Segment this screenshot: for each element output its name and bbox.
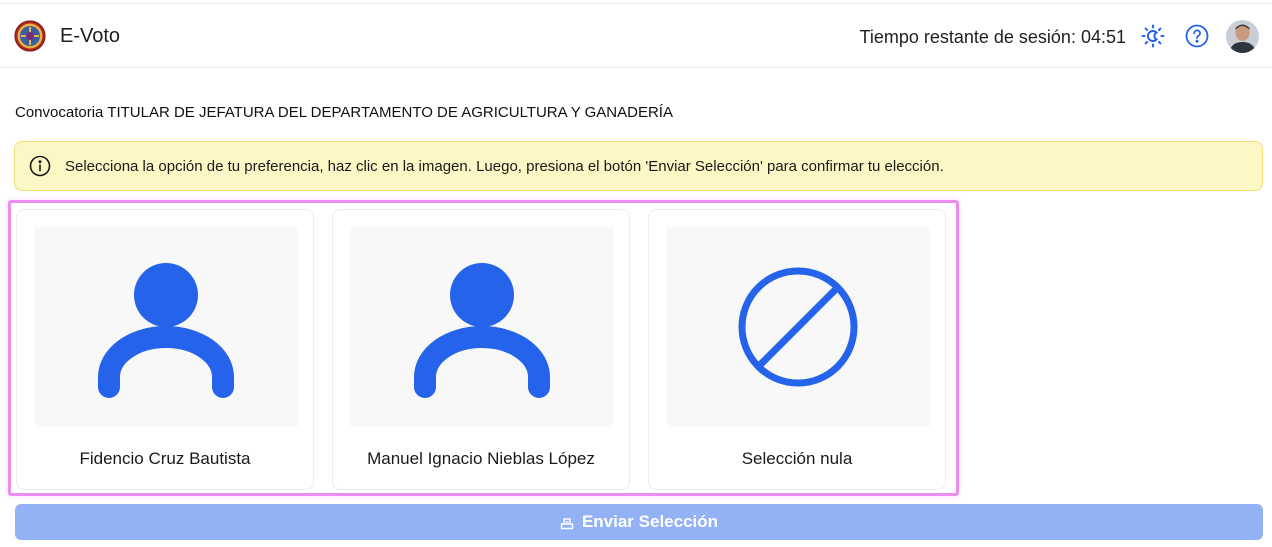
option-label: Manuel Ignacio Nieblas López xyxy=(367,449,595,468)
instructions-alert: Selecciona la opción de tu preferencia, … xyxy=(14,141,1263,191)
option-image[interactable] xyxy=(666,227,930,427)
app-title: E-Voto xyxy=(60,25,121,47)
option-card-null-vote[interactable]: Selección nula xyxy=(648,209,946,490)
submit-selection-button[interactable]: Enviar Selección xyxy=(15,504,1263,540)
election-title: Convocatoria TITULAR DE JEFATURA DEL DEP… xyxy=(15,104,673,121)
help-icon[interactable] xyxy=(1185,24,1209,48)
alert-text: Selecciona la opción de tu preferencia, … xyxy=(65,158,944,175)
option-card-candidate-1[interactable]: Fidencio Cruz Bautista xyxy=(16,209,314,490)
person-icon xyxy=(414,263,550,398)
submit-label: Enviar Selección xyxy=(581,512,719,531)
app-header: E-Voto Tiempo restante de sesión: 04:51 xyxy=(0,4,1272,68)
info-icon xyxy=(29,155,51,177)
institution-logo xyxy=(14,20,46,52)
user-avatar[interactable] xyxy=(1226,20,1259,53)
ballot-box-icon xyxy=(560,515,574,530)
options-group: Fidencio Cruz Bautista Manuel Ignacio Ni… xyxy=(8,200,959,496)
person-icon xyxy=(98,263,234,398)
option-label: Fidencio Cruz Bautista xyxy=(79,449,251,468)
option-card-candidate-2[interactable]: Manuel Ignacio Nieblas López xyxy=(332,209,630,490)
session-timer: Tiempo restante de sesión: 04:51 xyxy=(859,27,1127,47)
theme-toggle-icon[interactable] xyxy=(1140,23,1166,49)
option-image[interactable] xyxy=(350,227,614,427)
null-vote-icon xyxy=(738,267,858,387)
option-image[interactable] xyxy=(34,227,298,427)
option-label: Selección nula xyxy=(741,449,853,468)
